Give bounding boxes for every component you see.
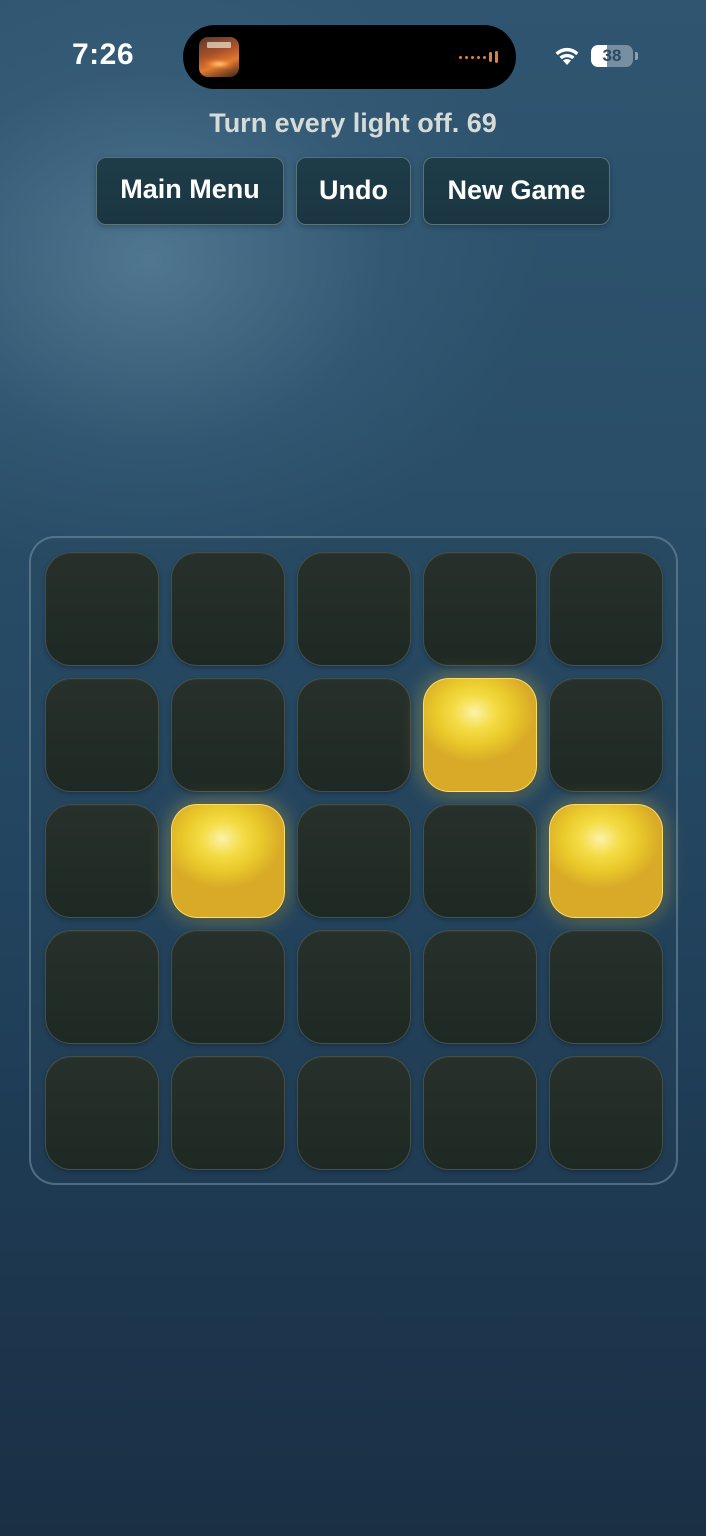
light-cell-4-5[interactable]: [549, 930, 663, 1044]
status-indicators: 38: [553, 45, 638, 67]
wifi-icon: [555, 47, 579, 65]
light-cell-3-2[interactable]: [171, 804, 285, 918]
light-cell-2-5[interactable]: [549, 678, 663, 792]
light-cell-5-4[interactable]: [423, 1056, 537, 1170]
light-cell-1-2[interactable]: [171, 552, 285, 666]
light-cell-5-5[interactable]: [549, 1056, 663, 1170]
move-counter: 69: [466, 108, 497, 138]
light-cell-1-1[interactable]: [45, 552, 159, 666]
instruction-text: Turn every light off. 69: [0, 108, 706, 139]
light-cell-1-5[interactable]: [549, 552, 663, 666]
new-game-button[interactable]: New Game: [423, 157, 610, 225]
status-time: 7:26: [72, 38, 135, 71]
light-cell-4-3[interactable]: [297, 930, 411, 1044]
light-cell-1-3[interactable]: [297, 552, 411, 666]
audio-waveform-icon: [459, 51, 498, 63]
light-cell-3-1[interactable]: [45, 804, 159, 918]
light-cell-2-1[interactable]: [45, 678, 159, 792]
battery-tip: [635, 52, 638, 60]
light-cell-2-2[interactable]: [171, 678, 285, 792]
instruction-label: Turn every light off.: [209, 108, 460, 138]
light-cell-4-1[interactable]: [45, 930, 159, 1044]
light-cell-4-2[interactable]: [171, 930, 285, 1044]
light-cell-3-3[interactable]: [297, 804, 411, 918]
undo-button[interactable]: Undo: [296, 157, 411, 225]
dynamic-island[interactable]: [183, 25, 516, 89]
light-cell-5-2[interactable]: [171, 1056, 285, 1170]
light-cell-2-4[interactable]: [423, 678, 537, 792]
light-cell-5-3[interactable]: [297, 1056, 411, 1170]
app-icon[interactable]: [199, 37, 239, 77]
game-board: [29, 536, 678, 1185]
battery-level: 38: [602, 46, 622, 65]
light-cell-3-4[interactable]: [423, 804, 537, 918]
light-cell-4-4[interactable]: [423, 930, 537, 1044]
main-menu-button[interactable]: Main Menu: [96, 157, 284, 225]
battery-icon: 38: [591, 45, 633, 67]
light-cell-5-1[interactable]: [45, 1056, 159, 1170]
light-cell-2-3[interactable]: [297, 678, 411, 792]
light-cell-1-4[interactable]: [423, 552, 537, 666]
light-cell-3-5[interactable]: [549, 804, 663, 918]
